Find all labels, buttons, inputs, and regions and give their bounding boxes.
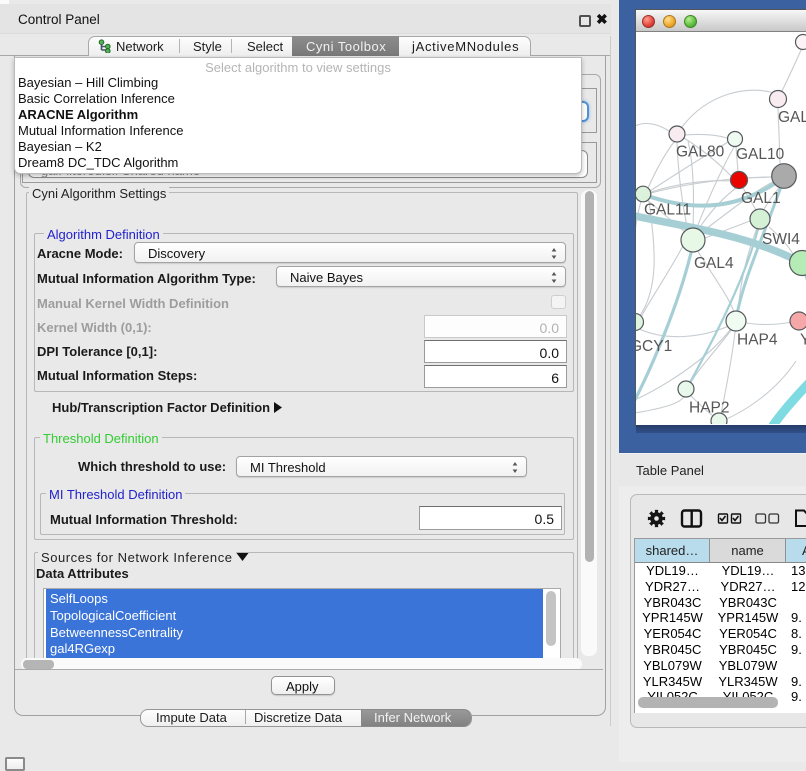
- svg-text:HAP4: HAP4: [737, 332, 778, 349]
- svg-text:GAL1: GAL1: [741, 190, 781, 207]
- svg-text:HAP2: HAP2: [689, 400, 730, 417]
- svg-text:GCY1: GCY1: [636, 338, 672, 355]
- svg-text:SWI4: SWI4: [762, 231, 800, 248]
- svg-text:Y: Y: [800, 332, 806, 349]
- svg-text:GAL11: GAL11: [644, 202, 691, 219]
- svg-text:GAL4: GAL4: [694, 255, 734, 272]
- svg-text:GAL7: GAL7: [778, 109, 806, 126]
- svg-text:GAL80: GAL80: [676, 144, 725, 161]
- svg-text:GAL10: GAL10: [736, 146, 785, 163]
